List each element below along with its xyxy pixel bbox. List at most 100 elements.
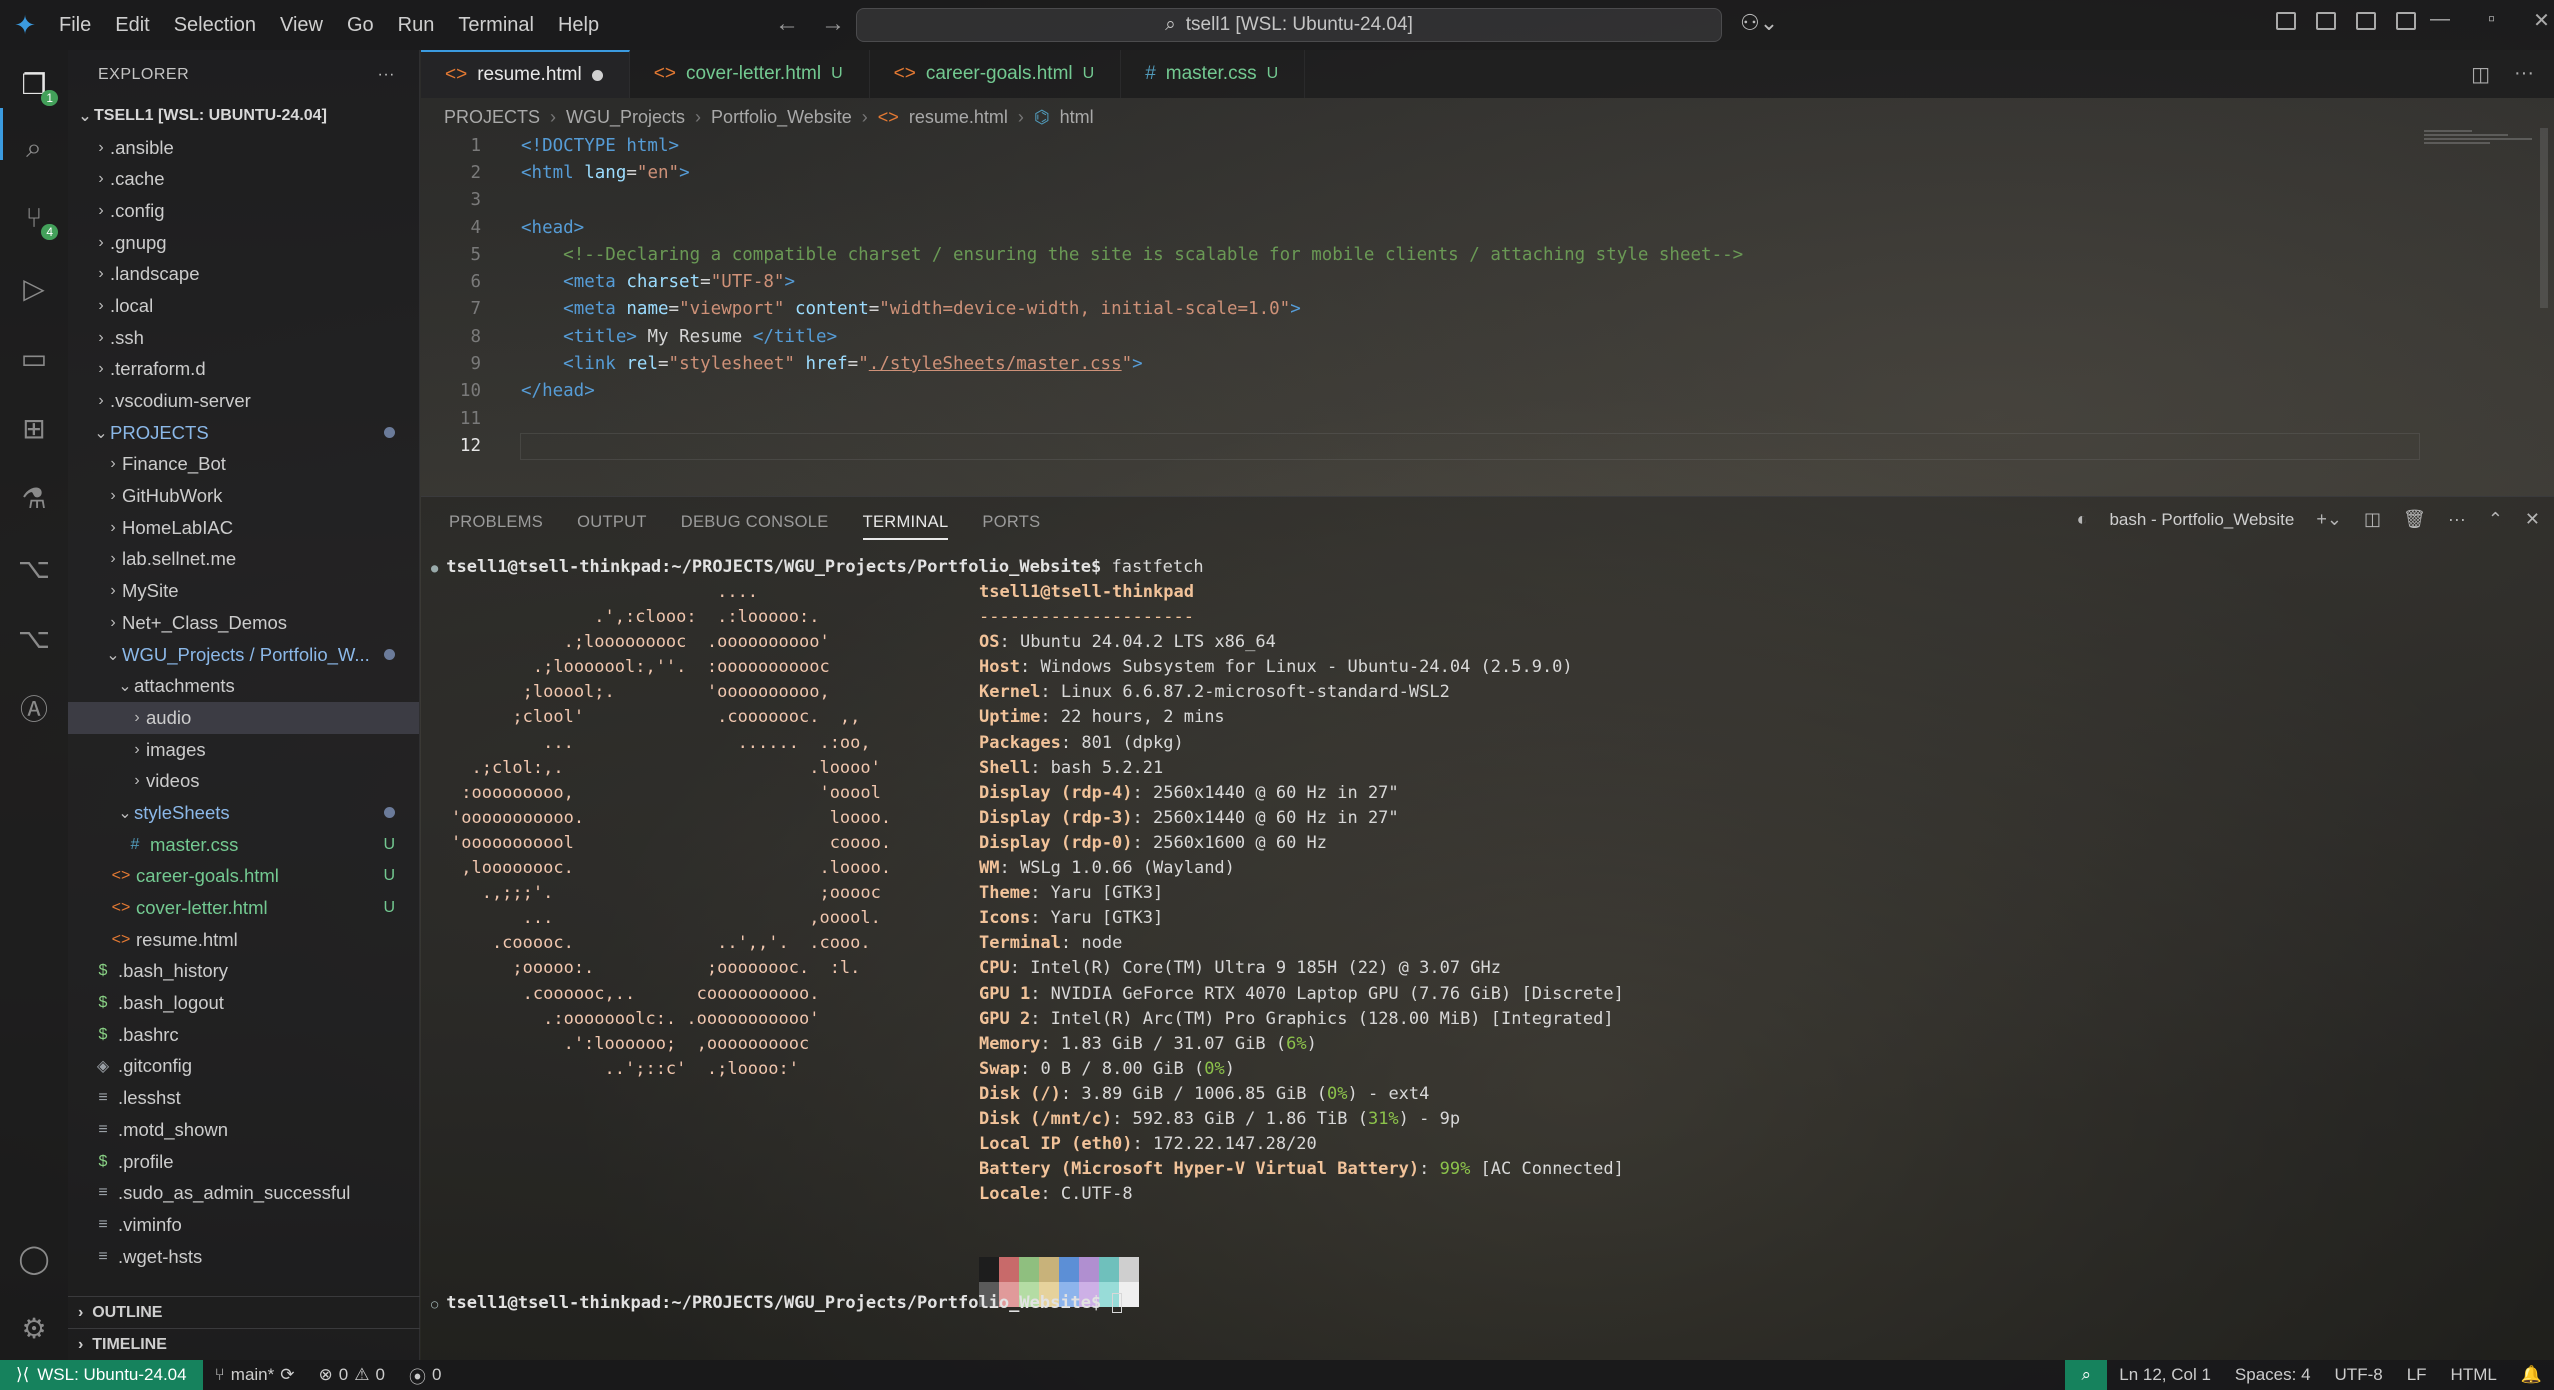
close-icon[interactable]: ✕ <box>2533 8 2550 33</box>
breadcrumb-item[interactable]: html <box>1060 107 1094 128</box>
tree-file[interactable]: $ .bash_logout <box>68 987 419 1019</box>
line-ending[interactable]: LF <box>2395 1365 2439 1385</box>
tree-file[interactable]: # master.css U <box>68 829 419 861</box>
tree-folder[interactable]: › Finance_Bot <box>68 449 419 481</box>
tree-folder[interactable]: › lab.sellnet.me <box>68 544 419 576</box>
new-terminal-icon[interactable]: +⌄ <box>2316 509 2342 530</box>
tree-folder[interactable]: › .local <box>68 290 419 322</box>
split-terminal-icon[interactable]: ◫ <box>2364 509 2381 530</box>
code-editor[interactable]: 1 <!DOCTYPE html> 2 <html lang="en"> 3 4 <h… <box>421 132 2421 460</box>
minimap[interactable] <box>2424 128 2544 158</box>
tree-file[interactable]: <> career-goals.html U <box>68 861 419 893</box>
back-arrow-icon[interactable]: ← <box>775 10 799 38</box>
remote-explorer-icon[interactable]: ▭ <box>14 338 54 378</box>
git-lens-icon[interactable]: ⌥ <box>14 618 54 658</box>
close-panel-icon[interactable]: ✕ <box>2525 509 2540 530</box>
terminal-instance-name[interactable]: bash - Portfolio_Website <box>2109 510 2294 530</box>
menu-go[interactable]: Go <box>338 8 383 43</box>
language-mode[interactable]: HTML <box>2439 1365 2509 1385</box>
breadcrumb-item[interactable]: Portfolio_Website <box>711 107 852 128</box>
toggle-panel-icon[interactable] <box>2356 12 2376 30</box>
search-icon[interactable]: ⌕ <box>14 128 54 168</box>
git-graph-icon[interactable]: ⌥ <box>14 548 54 588</box>
tree-folder[interactable]: › .ansible <box>68 132 419 164</box>
zoom-icon[interactable]: ⌕ <box>2065 1360 2108 1390</box>
tree-file[interactable]: ≡ .sudo_as_admin_successful <box>68 1177 419 1209</box>
tree-folder-portfolio[interactable]: ⌄ WGU_Projects / Portfolio_W... <box>68 639 419 671</box>
tree-folder[interactable]: › images <box>68 734 419 766</box>
toggle-secondary-sidebar-icon[interactable] <box>2396 12 2416 30</box>
restore-icon[interactable]: ▫ <box>2488 8 2495 33</box>
workspace-root[interactable]: ⌄ TSELL1 [WSL: UBUNTU-24.04] <box>68 100 419 132</box>
tree-folder[interactable]: › .vscodium-server <box>68 385 419 417</box>
tree-file[interactable]: ≡ .wget-hsts <box>68 1241 419 1273</box>
tab-career-goals[interactable]: <> career-goals.html U <box>870 50 1122 98</box>
menu-edit[interactable]: Edit <box>106 8 158 43</box>
command-center-search[interactable]: ⌕ tsell1 [WSL: Ubuntu-24.04] <box>856 8 1722 42</box>
tab-debug-console[interactable]: DEBUG CONSOLE <box>681 513 829 540</box>
tab-terminal[interactable]: TERMINAL <box>862 513 949 540</box>
settings-gear-icon[interactable]: ⚙ <box>14 1308 54 1348</box>
tree-folder[interactable]: ⌄ attachments <box>68 670 419 702</box>
tree-folder[interactable]: › GitHubWork <box>68 480 419 512</box>
tree-file[interactable]: $ .bash_history <box>68 956 419 988</box>
tab-resume-html[interactable]: <> resume.html <box>421 50 630 98</box>
notifications-icon[interactable]: 🔔 <box>2509 1365 2554 1385</box>
explorer-icon[interactable]: ❐ 1 <box>14 64 58 106</box>
tree-folder[interactable]: › .landscape <box>68 258 419 290</box>
source-control-icon[interactable]: ⑂ 4 <box>14 198 58 240</box>
menu-help[interactable]: Help <box>549 8 608 43</box>
sync-icon[interactable]: ⟳ <box>280 1365 294 1385</box>
toggle-sidebar-icon[interactable] <box>2316 12 2336 30</box>
tree-file[interactable]: $ .profile <box>68 1146 419 1178</box>
split-editor-icon[interactable]: ◫ <box>2471 62 2490 87</box>
tree-folder[interactable]: › .cache <box>68 163 419 195</box>
tree-file[interactable]: ≡ .lesshst <box>68 1082 419 1114</box>
terminal-output[interactable]: ● tsell1@tsell-thinkpad:~/PROJECTS/WGU_Pr… <box>431 557 2531 1313</box>
cursor-position[interactable]: Ln 12, Col 1 <box>2107 1365 2223 1385</box>
menu-view[interactable]: View <box>271 8 332 43</box>
tab-problems[interactable]: PROBLEMS <box>449 513 543 540</box>
tree-folder[interactable]: › .gnupg <box>68 227 419 259</box>
more-actions-icon[interactable]: ··· <box>2514 62 2534 87</box>
breadcrumb-item[interactable]: PROJECTS <box>444 107 540 128</box>
menu-terminal[interactable]: Terminal <box>449 8 543 43</box>
git-branch[interactable]: ⑂ main* ⟳ <box>203 1365 307 1385</box>
tree-folder[interactable]: › .config <box>68 195 419 227</box>
more-actions-icon[interactable]: ··· <box>2448 509 2466 530</box>
tree-folder[interactable]: › videos <box>68 765 419 797</box>
tab-master-css[interactable]: # master.css U <box>1121 50 1306 98</box>
menu-selection[interactable]: Selection <box>165 8 265 43</box>
copilot-icon[interactable]: ⚇⌄ <box>1740 10 1778 36</box>
tab-cover-letter[interactable]: <> cover-letter.html U <box>630 50 870 98</box>
testing-icon[interactable]: ⚗ <box>14 478 54 518</box>
minimize-icon[interactable]: — <box>2430 8 2450 33</box>
problems-indicator[interactable]: ⊗ 0 ⚠ 0 <box>307 1365 397 1385</box>
ansible-icon[interactable]: Ⓐ <box>14 688 54 728</box>
encoding[interactable]: UTF-8 <box>2323 1365 2395 1385</box>
tree-folder-projects[interactable]: ⌄ PROJECTS <box>68 417 419 449</box>
menu-run[interactable]: Run <box>389 8 444 43</box>
stylesheet-link[interactable]: ./styleSheets/master.css <box>869 354 1122 374</box>
tree-folder[interactable]: › .ssh <box>68 322 419 354</box>
tab-ports[interactable]: PORTS <box>982 513 1040 540</box>
tree-file[interactable]: ≡ .motd_shown <box>68 1114 419 1146</box>
ports-indicator[interactable]: ⦿ 0 <box>397 1363 453 1388</box>
unsaved-dot-icon[interactable] <box>591 69 603 81</box>
menu-file[interactable]: File <box>50 8 100 43</box>
breadcrumb-item[interactable]: resume.html <box>909 107 1008 128</box>
extensions-icon[interactable]: ⊞ <box>14 408 54 448</box>
tree-folder[interactable]: › Net+_Class_Demos <box>68 607 419 639</box>
tree-file[interactable]: <> cover-letter.html U <box>68 892 419 924</box>
tree-file[interactable]: <> resume.html <box>68 924 419 956</box>
account-icon[interactable]: ◯ <box>14 1238 54 1278</box>
run-debug-icon[interactable]: ▷ <box>14 268 54 308</box>
tree-folder[interactable]: › MySite <box>68 575 419 607</box>
kill-terminal-icon[interactable]: 🗑 <box>2403 509 2426 530</box>
timeline-section[interactable]: › TIMELINE <box>68 1328 420 1360</box>
tab-output[interactable]: OUTPUT <box>577 513 647 540</box>
indentation[interactable]: Spaces: 4 <box>2223 1365 2323 1385</box>
remote-indicator[interactable]: ⟩⟨ WSL: Ubuntu-24.04 <box>0 1360 203 1390</box>
tree-file[interactable]: ≡ .viminfo <box>68 1209 419 1241</box>
maximize-panel-icon[interactable]: ⌃ <box>2488 509 2503 530</box>
